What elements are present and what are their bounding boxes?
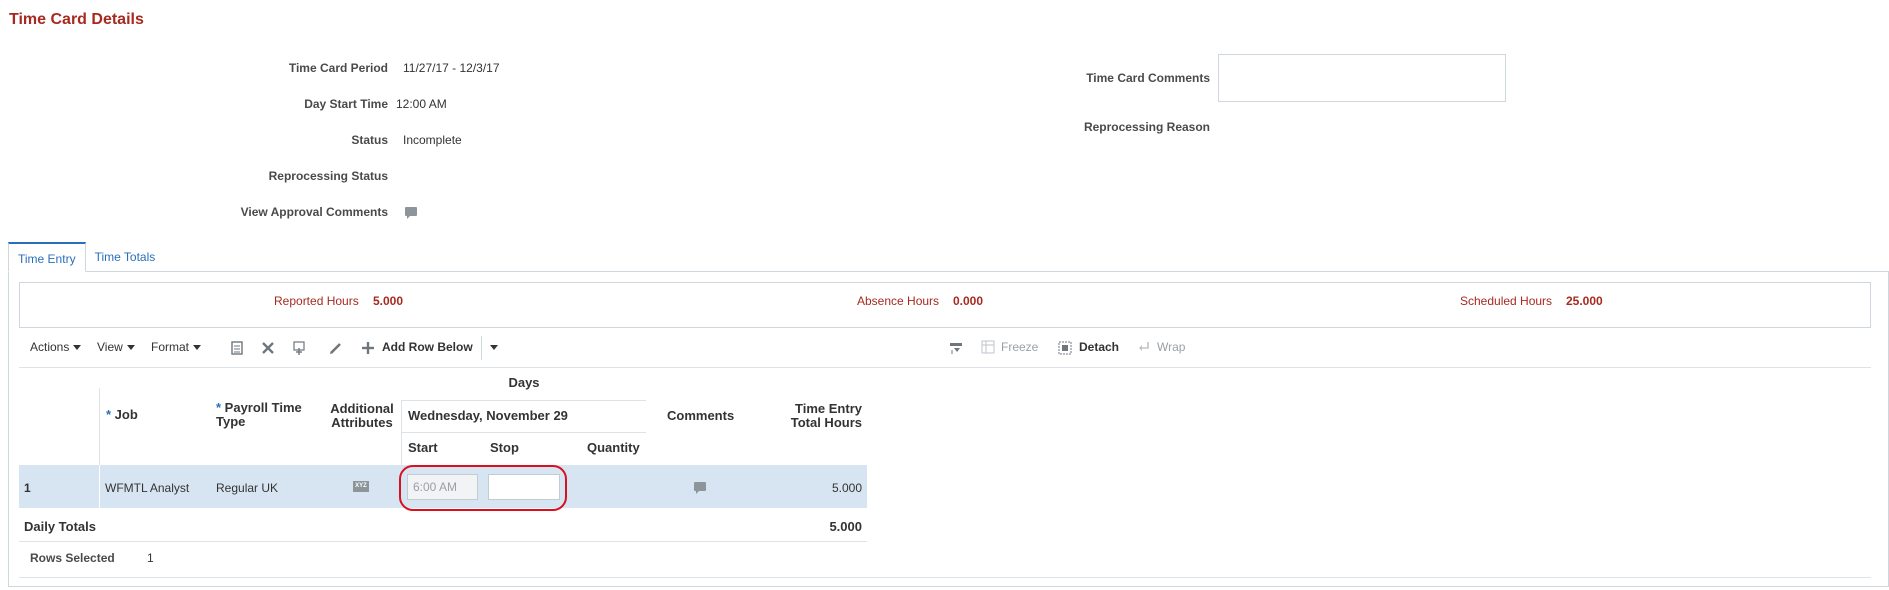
scheduled-hours-value: 25.000 — [1566, 294, 1603, 308]
wrap-button[interactable]: Wrap — [1157, 340, 1185, 354]
comments-column-header[interactable]: Comments — [667, 409, 734, 423]
tab-bar: Time Entry Time Totals — [8, 242, 164, 272]
wrap-icon — [1137, 340, 1151, 357]
column-divider — [401, 400, 402, 465]
highlight-annotation — [399, 465, 567, 511]
time-card-comments-input[interactable] — [1218, 54, 1506, 102]
absence-hours-label: Absence Hours — [857, 294, 940, 308]
row-number-cell — [19, 465, 100, 508]
payroll-time-type-header-text-2: Type — [216, 414, 246, 429]
status-label: Status — [351, 133, 388, 147]
required-marker: * — [216, 400, 225, 415]
page-title: Time Card Details — [9, 11, 144, 28]
row-comments-icon[interactable] — [694, 482, 706, 494]
add-row-icon[interactable] — [361, 340, 375, 359]
toolbar-separator — [481, 336, 482, 360]
rows-selected-label: Rows Selected — [30, 551, 115, 565]
view-menu-label: View — [97, 340, 123, 354]
day-start-time-value: 12:00 AM — [396, 97, 447, 111]
payroll-time-type-cell[interactable]: Regular UK — [216, 481, 278, 495]
export-icon[interactable] — [229, 340, 245, 359]
detach-icon[interactable] — [1057, 340, 1073, 359]
chevron-down-icon — [193, 345, 202, 351]
total-hours-column-header[interactable]: Time Entry Total Hours — [760, 402, 862, 430]
daily-totals-value: 5.000 — [829, 519, 862, 534]
days-group-header: Days — [508, 375, 540, 390]
copy-row-icon[interactable] — [292, 340, 308, 359]
column-divider — [99, 388, 100, 465]
query-by-example-icon[interactable] — [948, 340, 964, 359]
view-menu[interactable]: View — [97, 340, 135, 354]
reported-hours-label: Reported Hours — [274, 294, 359, 308]
payroll-time-type-column-header[interactable]: * Payroll Time Type — [216, 401, 302, 429]
row-number: 1 — [24, 481, 31, 495]
row-total-hours: 5.000 — [831, 481, 862, 495]
daily-totals-row — [19, 510, 867, 542]
reprocessing-status-label: Reprocessing Status — [268, 169, 388, 183]
tab-time-entry[interactable]: Time Entry — [8, 242, 86, 272]
required-marker: * — [106, 407, 115, 422]
quantity-column-header[interactable]: Quantity — [587, 441, 640, 455]
delete-icon[interactable] — [260, 340, 276, 359]
tab-time-totals[interactable]: Time Totals — [86, 242, 165, 272]
view-approval-comments-label: View Approval Comments — [240, 205, 388, 219]
freeze-icon — [981, 340, 995, 357]
total-header-text-1: Time Entry — [795, 401, 862, 416]
total-header-text-2: Total Hours — [790, 415, 862, 430]
chevron-down-icon — [73, 345, 82, 351]
additional-attributes-icon[interactable]: XYZ — [353, 481, 369, 492]
additional-attributes-column-header[interactable]: Additional Attributes — [330, 402, 394, 430]
stop-column-header[interactable]: Stop — [490, 441, 519, 455]
chevron-down-icon — [126, 345, 135, 351]
day-column-header: Wednesday, November 29 — [408, 408, 568, 423]
header-divider — [402, 432, 646, 433]
approval-comments-icon[interactable] — [405, 207, 417, 219]
reprocessing-reason-label: Reprocessing Reason — [1083, 120, 1210, 134]
payroll-time-type-header-text-1: Payroll Time — [224, 400, 302, 415]
additional-header-text-1: Additional — [330, 401, 394, 416]
absence-hours-value: 0.000 — [953, 294, 984, 308]
actions-menu[interactable]: Actions — [30, 340, 82, 354]
start-column-header[interactable]: Start — [408, 441, 438, 455]
add-row-options-dropdown[interactable] — [486, 340, 498, 354]
chevron-down-icon — [490, 345, 498, 351]
reported-hours-value: 5.000 — [373, 294, 404, 308]
day-start-time-label: Day Start Time — [304, 97, 388, 111]
status-value: Incomplete — [403, 133, 462, 147]
daily-totals-label: Daily Totals — [24, 519, 97, 534]
header-divider — [402, 400, 646, 401]
edit-pencil-icon[interactable] — [328, 340, 344, 359]
job-cell[interactable]: WFMTL Analyst — [105, 481, 189, 495]
rows-selected-value: 1 — [147, 551, 154, 565]
freeze-button[interactable]: Freeze — [1001, 340, 1038, 354]
job-column-header[interactable]: * Job — [106, 408, 138, 422]
time-card-comments-label: Time Card Comments — [1086, 71, 1210, 85]
detach-button[interactable]: Detach — [1079, 340, 1119, 354]
format-menu[interactable]: Format — [151, 340, 202, 354]
add-row-below-button[interactable]: Add Row Below — [382, 340, 473, 354]
table-status-bar — [19, 542, 1871, 578]
actions-menu-label: Actions — [30, 340, 70, 354]
scheduled-hours-label: Scheduled Hours — [1460, 294, 1553, 308]
additional-header-text-2: Attributes — [331, 415, 393, 430]
format-menu-label: Format — [151, 340, 190, 354]
job-header-text: Job — [114, 407, 138, 422]
time-card-period-value: 11/27/17 - 12/3/17 — [403, 61, 500, 75]
time-card-period-label: Time Card Period — [288, 61, 388, 75]
